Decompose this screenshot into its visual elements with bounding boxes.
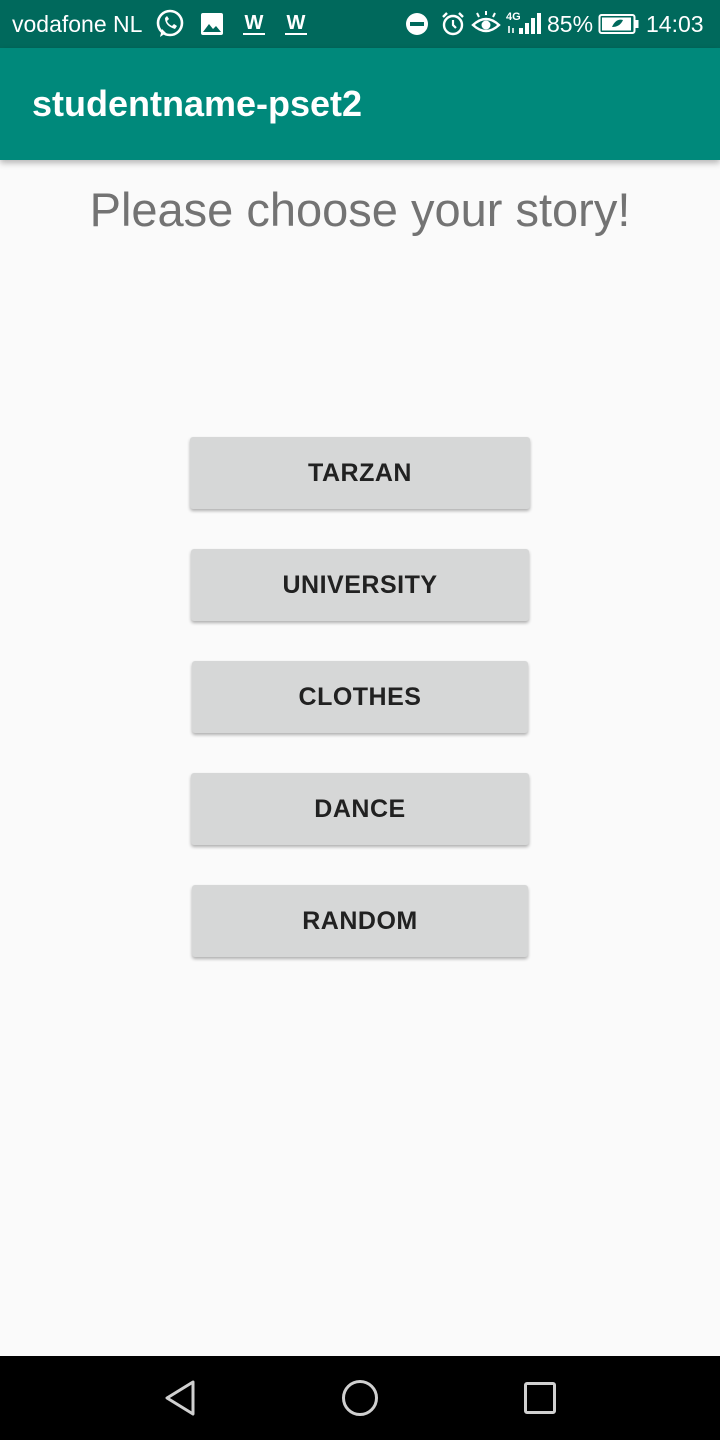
back-icon[interactable] bbox=[130, 1356, 230, 1440]
battery-icon bbox=[598, 0, 640, 48]
whatsapp-icon bbox=[154, 0, 186, 48]
carrier-name: vodafone NL bbox=[12, 10, 143, 37]
home-icon[interactable] bbox=[310, 1356, 410, 1440]
story-button-tarzan[interactable]: TARZAN bbox=[190, 437, 530, 509]
story-button-university[interactable]: UNIVERSITY bbox=[191, 549, 529, 621]
signal-icon: 4G bbox=[505, 0, 543, 48]
clock: 14:03 bbox=[646, 10, 704, 37]
main-content: Please choose your story! TARZAN UNIVERS… bbox=[0, 160, 720, 1356]
app-bar: studentname-pset2 bbox=[0, 48, 720, 160]
alarm-icon bbox=[440, 0, 466, 48]
story-button-clothes[interactable]: CLOTHES bbox=[192, 661, 528, 733]
story-button-dance[interactable]: DANCE bbox=[191, 773, 529, 845]
w-icon: W bbox=[241, 0, 267, 48]
eye-icon bbox=[471, 0, 501, 48]
navigation-bar bbox=[0, 1356, 720, 1440]
battery-percentage: 85% bbox=[547, 10, 594, 37]
app-title: studentname-pset2 bbox=[32, 83, 363, 124]
image-icon bbox=[200, 0, 224, 48]
status-bar: vodafone NL W W 4G 85% 14:03 bbox=[0, 0, 720, 48]
recents-icon[interactable] bbox=[490, 1356, 590, 1440]
do-not-disturb-icon bbox=[405, 0, 429, 48]
w-icon: W bbox=[283, 0, 309, 48]
svg-text:W: W bbox=[287, 12, 306, 34]
svg-text:W: W bbox=[245, 12, 264, 34]
story-button-random[interactable]: RANDOM bbox=[192, 885, 528, 957]
page-title: Please choose your story! bbox=[89, 183, 631, 236]
